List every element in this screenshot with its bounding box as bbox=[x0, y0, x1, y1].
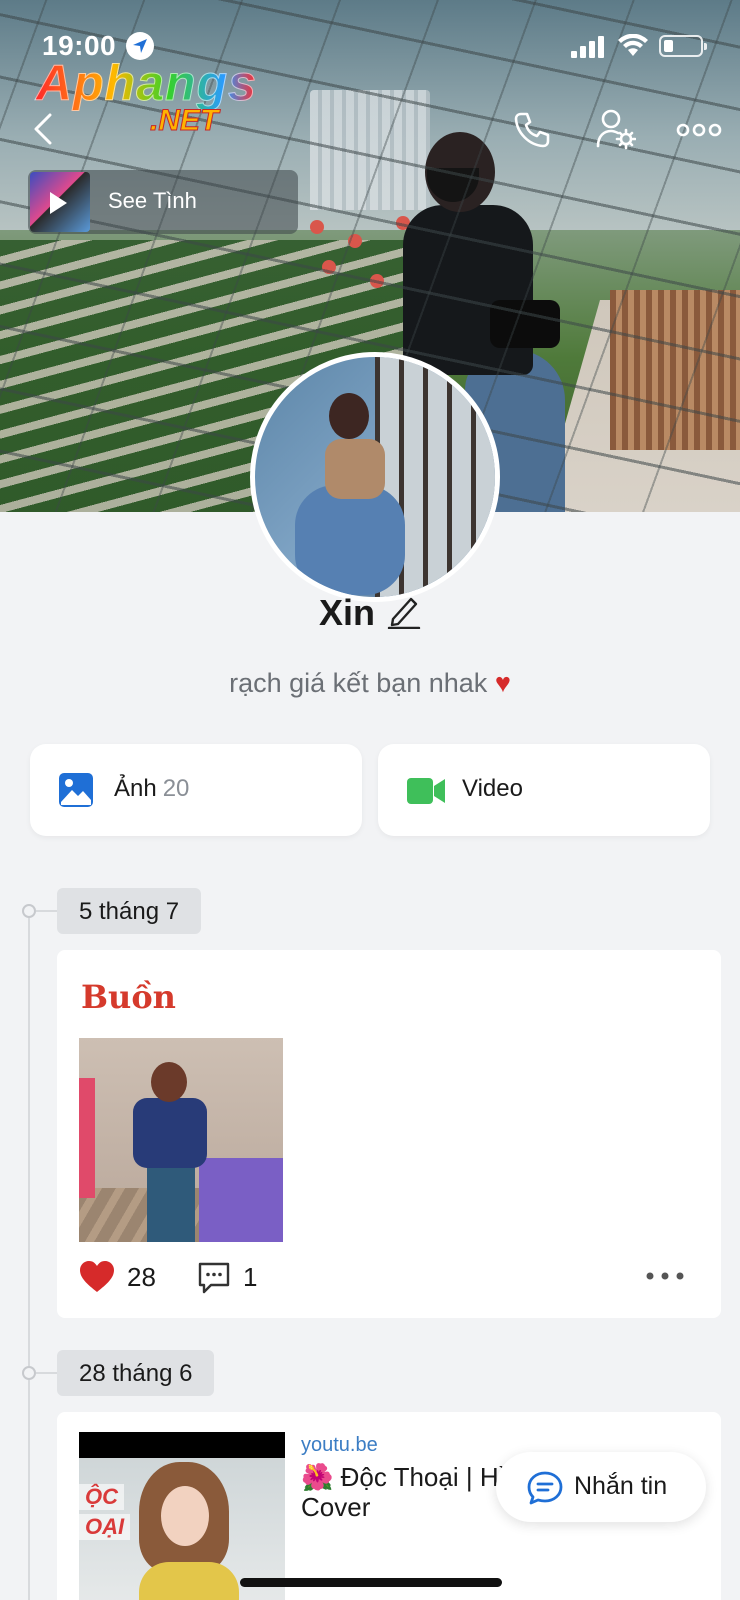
profile-bio-row: rạch giá kết bạn nhak ♥ bbox=[0, 668, 740, 699]
heart-icon[interactable] bbox=[79, 1260, 115, 1294]
heart-emoji: ♥ bbox=[494, 668, 511, 698]
post-card[interactable]: Buồn 28 1 bbox=[57, 950, 721, 1318]
timeline-dot bbox=[22, 904, 36, 918]
timeline-tick bbox=[36, 1372, 58, 1374]
videos-card[interactable]: Video bbox=[378, 744, 710, 836]
signal-icon bbox=[571, 36, 604, 58]
photos-card[interactable]: Ảnh 20 bbox=[30, 744, 362, 836]
post-more-icon[interactable] bbox=[645, 1270, 685, 1282]
thumbnail-text-1: ỘC bbox=[79, 1484, 124, 1510]
profile-settings-button[interactable] bbox=[596, 108, 636, 150]
link-thumbnail[interactable]: ỘC OẠI bbox=[79, 1432, 285, 1600]
music-thumbnail bbox=[30, 172, 90, 232]
video-icon bbox=[407, 778, 445, 804]
home-indicator[interactable] bbox=[240, 1578, 502, 1587]
photos-label: Ảnh bbox=[114, 775, 157, 802]
profile-name-row: Xin bbox=[0, 592, 740, 634]
chat-bubble-icon bbox=[527, 1471, 563, 1505]
wifi-icon bbox=[618, 34, 648, 56]
comment-icon[interactable] bbox=[197, 1261, 231, 1295]
videos-label: Video bbox=[462, 775, 523, 802]
profile-name: Xin bbox=[318, 592, 375, 633]
watermark-line2: .NET bbox=[149, 104, 219, 138]
edit-name-icon[interactable] bbox=[387, 593, 421, 629]
avatar[interactable] bbox=[250, 352, 500, 602]
photo-icon bbox=[59, 773, 93, 807]
like-count: 28 bbox=[127, 1262, 156, 1292]
more-options-button[interactable] bbox=[675, 118, 723, 142]
message-button[interactable]: Nhắn tin bbox=[496, 1452, 706, 1522]
call-button[interactable] bbox=[512, 110, 552, 150]
link-domain[interactable]: youtu.be bbox=[301, 1434, 378, 1457]
timeline-dot bbox=[22, 1366, 36, 1380]
post-image[interactable] bbox=[79, 1038, 283, 1242]
watermark-line1: Aphangs bbox=[36, 55, 257, 112]
timeline-tick bbox=[36, 910, 58, 912]
photos-count: 20 bbox=[162, 775, 190, 802]
date-chip: 28 tháng 6 bbox=[57, 1350, 215, 1396]
profile-music-player[interactable]: See Tình bbox=[28, 170, 298, 234]
message-button-label: Nhắn tin bbox=[574, 1472, 668, 1500]
watermark-logo: Aphangs .NET bbox=[36, 54, 266, 144]
back-button[interactable] bbox=[28, 112, 58, 146]
thumbnail-text-2: OẠI bbox=[79, 1514, 131, 1540]
timeline-line bbox=[28, 910, 30, 1600]
play-icon bbox=[50, 192, 67, 214]
profile-bio: rạch giá kết bạn nhak bbox=[229, 668, 488, 698]
comment-count: 1 bbox=[243, 1262, 258, 1292]
date-chip: 5 tháng 7 bbox=[57, 888, 202, 934]
battery-icon bbox=[659, 35, 707, 57]
post-text: Buồn bbox=[81, 978, 176, 1016]
music-title: See Tình bbox=[108, 188, 197, 213]
